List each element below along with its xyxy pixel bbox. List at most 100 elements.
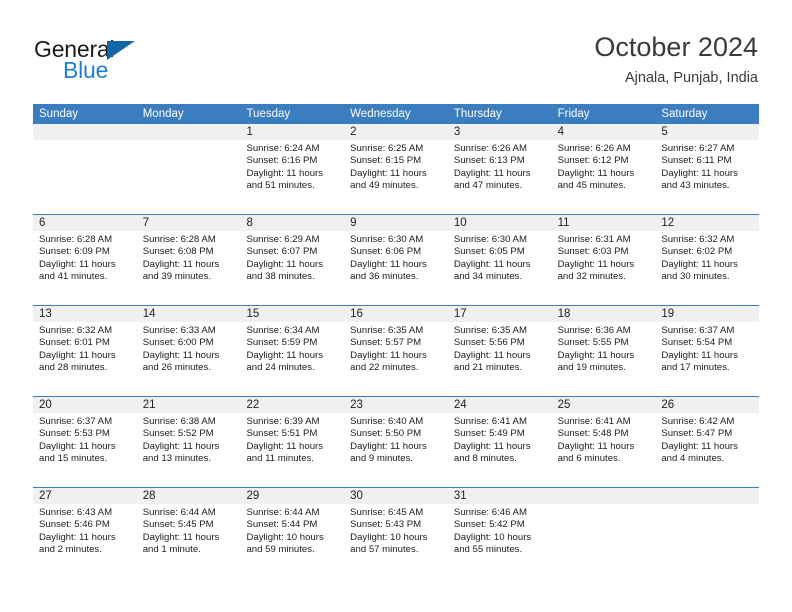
day-cell[interactable]: 26 Sunrise: 6:42 AM Sunset: 5:47 PM Dayligh… <box>655 397 760 487</box>
day-number: 4 <box>551 124 656 140</box>
daylight-duration-line1: Daylight: 11 hours <box>453 349 531 361</box>
weeks-container: 1 Sunrise: 6:24 AM Sunset: 6:16 PM Daylight… <box>33 124 760 578</box>
day-details: Sunrise: 6:46 AM Sunset: 5:42 PM Daylight:… <box>448 504 552 556</box>
daylight-duration-line1: Daylight: 11 hours <box>39 531 116 543</box>
day-cell[interactable]: 24 Sunrise: 6:41 AM Sunset: 5:49 PM Dayligh… <box>447 397 552 487</box>
daylight-duration-line2: and 59 minutes. <box>246 543 315 555</box>
sunset-time: Sunset: 5:59 PM <box>246 337 318 349</box>
sunrise-time: Sunrise: 6:30 AM <box>453 234 527 245</box>
daylight-duration-line1: Daylight: 10 hours <box>453 531 532 543</box>
sunset-time: Sunset: 5:48 PM <box>557 428 629 440</box>
day-cell[interactable]: 14 Sunrise: 6:33 AM Sunset: 6:00 PM Dayligh… <box>136 306 241 396</box>
day-cell[interactable]: 16 Sunrise: 6:35 AM Sunset: 5:57 PM Dayligh… <box>344 306 448 396</box>
daylight-duration-line2: and 34 minutes. <box>453 270 523 282</box>
calendar-grid: Sunday Monday Tuesday Wednesday Thursday Frid… <box>33 104 760 578</box>
day-cell[interactable]: 13 Sunrise: 6:32 AM Sunset: 6:01 PM Dayligh… <box>33 306 137 396</box>
sunset-time: Sunset: 5:53 PM <box>39 428 110 440</box>
daylight-duration-line2: and 43 minutes. <box>661 179 730 191</box>
daylight-duration-line2: and 19 minutes. <box>557 361 626 373</box>
daylight-duration-line2: and 13 minutes. <box>142 452 211 464</box>
day-number: 29 <box>240 488 345 504</box>
sunrise-time: Sunrise: 6:26 AM <box>557 143 631 154</box>
day-cell[interactable]: 12 Sunrise: 6:32 AM Sunset: 6:02 PM Dayligh… <box>655 215 760 305</box>
sunset-time: Sunset: 5:47 PM <box>661 428 733 440</box>
sunset-time: Sunset: 6:00 PM <box>142 337 214 349</box>
day-cell[interactable]: 4 Sunrise: 6:26 AM Sunset: 6:12 PM Daylight… <box>551 124 656 214</box>
day-cell[interactable]: 15 Sunrise: 6:34 AM Sunset: 5:59 PM Dayligh… <box>240 306 345 396</box>
day-cell[interactable]: 20 Sunrise: 6:37 AM Sunset: 5:53 PM Dayligh… <box>33 397 137 487</box>
sunset-time: Sunset: 5:52 PM <box>142 428 214 440</box>
day-cell[interactable]: 23 Sunrise: 6:40 AM Sunset: 5:50 PM Dayligh… <box>344 397 448 487</box>
day-cell[interactable]: 7 Sunrise: 6:28 AM Sunset: 6:08 PM Daylight… <box>136 215 241 305</box>
daylight-duration-line1: Daylight: 11 hours <box>661 349 738 361</box>
sunset-time: Sunset: 5:44 PM <box>246 519 318 531</box>
day-number: 5 <box>655 124 760 140</box>
sunset-time: Sunset: 6:12 PM <box>557 155 629 167</box>
sunrise-time: Sunrise: 6:28 AM <box>142 234 216 245</box>
day-details: Sunrise: 6:34 AM Sunset: 5:59 PM Daylight:… <box>240 322 344 374</box>
day-cell[interactable]: 31 Sunrise: 6:46 AM Sunset: 5:42 PM Dayligh… <box>447 488 552 578</box>
day-details: Sunrise: 6:29 AM Sunset: 6:07 PM Daylight:… <box>240 231 344 283</box>
sunrise-time: Sunrise: 6:40 AM <box>350 416 424 427</box>
daylight-duration-line1: Daylight: 11 hours <box>246 349 324 361</box>
day-cell[interactable]: 2 Sunrise: 6:25 AM Sunset: 6:15 PM Daylight… <box>344 124 448 214</box>
daylight-duration-line1: Daylight: 11 hours <box>142 531 220 543</box>
sunrise-time: Sunrise: 6:41 AM <box>453 416 527 427</box>
logo-text-blue: Blue <box>63 57 109 83</box>
day-cell[interactable]: 27 Sunrise: 6:43 AM Sunset: 5:46 PM Dayligh… <box>33 488 137 578</box>
daylight-duration-line1: Daylight: 11 hours <box>142 440 220 452</box>
day-cell[interactable]: 5 Sunrise: 6:27 AM Sunset: 6:11 PM Daylight… <box>655 124 760 214</box>
day-details: Sunrise: 6:40 AM Sunset: 5:50 PM Daylight:… <box>344 413 448 465</box>
sunset-time: Sunset: 5:51 PM <box>246 428 318 440</box>
day-cell[interactable]: 28 Sunrise: 6:44 AM Sunset: 5:45 PM Dayligh… <box>136 488 241 578</box>
week-row: 6 Sunrise: 6:28 AM Sunset: 6:09 PM Daylight… <box>33 214 760 305</box>
day-cell[interactable]: 25 Sunrise: 6:41 AM Sunset: 5:48 PM Dayligh… <box>551 397 656 487</box>
day-cell[interactable]: 17 Sunrise: 6:35 AM Sunset: 5:56 PM Dayligh… <box>447 306 552 396</box>
daylight-duration-line2: and 17 minutes. <box>661 361 730 373</box>
day-cell-empty <box>33 124 137 214</box>
day-cell[interactable]: 29 Sunrise: 6:44 AM Sunset: 5:44 PM Dayligh… <box>240 488 345 578</box>
daylight-duration-line2: and 9 minutes. <box>350 452 414 464</box>
daylight-duration-line2: and 1 minute. <box>142 543 201 555</box>
sunrise-time: Sunrise: 6:34 AM <box>246 325 320 336</box>
day-cell[interactable]: 18 Sunrise: 6:36 AM Sunset: 5:55 PM Dayligh… <box>551 306 656 396</box>
daylight-duration-line1: Daylight: 11 hours <box>661 440 738 452</box>
day-cell[interactable]: 22 Sunrise: 6:39 AM Sunset: 5:51 PM Dayligh… <box>240 397 345 487</box>
week-row: 1 Sunrise: 6:24 AM Sunset: 6:16 PM Daylight… <box>33 124 760 214</box>
daylight-duration-line2: and 39 minutes. <box>142 270 211 282</box>
sunset-time: Sunset: 6:02 PM <box>661 246 733 258</box>
day-cell[interactable]: 10 Sunrise: 6:30 AM Sunset: 6:05 PM Dayligh… <box>447 215 552 305</box>
day-cell[interactable]: 30 Sunrise: 6:45 AM Sunset: 5:43 PM Dayligh… <box>344 488 448 578</box>
weekday-header-wednesday: Wednesday <box>350 108 411 120</box>
day-cell[interactable]: 19 Sunrise: 6:37 AM Sunset: 5:54 PM Dayligh… <box>655 306 760 396</box>
daylight-duration-line2: and 47 minutes. <box>453 179 523 191</box>
day-cell[interactable]: 21 Sunrise: 6:38 AM Sunset: 5:52 PM Dayligh… <box>136 397 241 487</box>
day-cell[interactable]: 11 Sunrise: 6:31 AM Sunset: 6:03 PM Dayligh… <box>551 215 656 305</box>
daylight-duration-line2: and 32 minutes. <box>557 270 626 282</box>
daylight-duration-line2: and 4 minutes. <box>661 452 725 464</box>
day-details: Sunrise: 6:32 AM Sunset: 6:02 PM Daylight:… <box>655 231 759 283</box>
sunrise-time: Sunrise: 6:43 AM <box>39 507 113 518</box>
day-cell[interactable]: 6 Sunrise: 6:28 AM Sunset: 6:09 PM Daylight… <box>33 215 137 305</box>
logo-triangle-icon <box>107 41 135 60</box>
page-header: General Blue October 2024 Ajnala, Punjab… <box>34 30 758 98</box>
day-number: 17 <box>447 306 552 322</box>
day-number <box>136 124 241 140</box>
sunset-time: Sunset: 6:06 PM <box>350 246 422 258</box>
day-details: Sunrise: 6:35 AM Sunset: 5:56 PM Daylight:… <box>448 322 552 374</box>
sunset-time: Sunset: 6:01 PM <box>39 337 110 349</box>
day-number: 27 <box>33 488 137 504</box>
day-cell[interactable]: 8 Sunrise: 6:29 AM Sunset: 6:07 PM Daylight… <box>240 215 345 305</box>
daylight-duration-line1: Daylight: 11 hours <box>246 167 324 179</box>
day-cell[interactable]: 1 Sunrise: 6:24 AM Sunset: 6:16 PM Daylight… <box>240 124 345 214</box>
weekday-header-monday: Monday <box>142 108 184 120</box>
day-number: 20 <box>33 397 137 413</box>
daylight-duration-line1: Daylight: 11 hours <box>350 440 427 452</box>
sunrise-time: Sunrise: 6:26 AM <box>453 143 527 154</box>
sunrise-time: Sunrise: 6:30 AM <box>350 234 424 245</box>
day-cell[interactable]: 3 Sunrise: 6:26 AM Sunset: 6:13 PM Daylight… <box>447 124 552 214</box>
day-cell[interactable]: 9 Sunrise: 6:30 AM Sunset: 6:06 PM Daylight… <box>344 215 448 305</box>
day-number: 22 <box>240 397 345 413</box>
day-details: Sunrise: 6:33 AM Sunset: 6:00 PM Daylight:… <box>137 322 241 374</box>
daylight-duration-line2: and 11 minutes. <box>246 452 314 464</box>
